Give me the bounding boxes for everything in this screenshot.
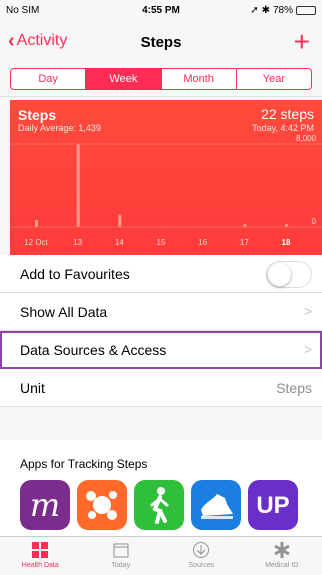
bluetooth-icon: ✱	[261, 5, 270, 16]
x-tick-label: 13	[73, 238, 82, 247]
chart-bar	[285, 224, 288, 227]
app-letter: m	[29, 486, 61, 524]
shoe-icon[interactable]	[191, 480, 241, 530]
app-letter: UP	[256, 492, 290, 519]
settings-list: Add to Favourites Show All Data > Data S…	[0, 255, 322, 407]
sources-label: Data Sources & Access	[20, 342, 167, 358]
x-tick-label: 15	[157, 238, 166, 247]
chart-title: Steps	[18, 107, 57, 123]
chart-daily-average: Daily Average: 1,439	[18, 123, 101, 133]
x-tick-label: 18	[282, 238, 291, 247]
x-tick-label: 12 Oct	[24, 238, 48, 247]
chart-bar	[76, 144, 80, 227]
unit-row[interactable]: Unit Steps	[0, 369, 322, 407]
tab-sources[interactable]: Sources	[161, 537, 242, 575]
apps-header: Apps for Tracking Steps	[20, 457, 148, 471]
favourites-toggle[interactable]	[266, 261, 312, 288]
show-all-data-row[interactable]: Show All Data >	[0, 293, 322, 331]
chart-bar	[35, 219, 38, 227]
tab-medical-id[interactable]: Medical ID	[242, 537, 322, 575]
apps-for-tracking-section: Apps for Tracking Steps m UP	[0, 440, 322, 536]
chart-bar	[243, 224, 247, 227]
show-all-label: Show All Data	[20, 304, 108, 320]
x-tick-label: 17	[240, 238, 249, 247]
tab-label: Today	[111, 562, 131, 569]
segment-month[interactable]: Month	[162, 69, 237, 89]
steps-chart[interactable]: 8,000 0 12 Oct 13 14 15 16 17 18 Steps Daily Ave…	[10, 100, 322, 255]
chevron-right-icon: >	[303, 341, 312, 357]
divider	[0, 96, 322, 97]
period-segmented-control: Day Week Month Year	[10, 68, 312, 90]
walking-person-icon[interactable]	[134, 480, 184, 530]
navigation-bar: ‹ Activity Steps +	[0, 20, 322, 64]
unit-value: Steps	[276, 380, 312, 396]
medical-star-icon	[242, 540, 322, 560]
segment-week[interactable]: Week	[86, 69, 162, 89]
y-tick-label: 0	[312, 217, 317, 226]
tab-bar: Health Data Today Sources Medical ID	[0, 536, 322, 575]
status-bar: No SIM 4:55 PM ➚ ✱ 78%	[0, 0, 322, 20]
battery-percent: 78%	[272, 5, 293, 16]
segment-year[interactable]: Year	[237, 69, 311, 89]
add-data-button[interactable]: +	[294, 26, 310, 58]
page-title: Steps	[140, 34, 182, 51]
tab-label: Health Data	[21, 562, 59, 569]
chart-timestamp: Today, 4:42 PM	[252, 123, 314, 133]
download-icon	[161, 540, 242, 560]
battery-icon	[296, 6, 316, 15]
unit-label: Unit	[20, 380, 45, 396]
chart-bar	[118, 214, 122, 227]
y-tick-label: 8,000	[296, 134, 317, 143]
tab-today[interactable]: Today	[81, 537, 162, 575]
status-right: ➚ ✱ 78%	[250, 5, 316, 16]
tab-label: Medical ID	[265, 562, 299, 569]
orange-hub-icon[interactable]	[77, 480, 127, 530]
app-icon-list: m UP	[20, 480, 298, 530]
x-tick-label: 16	[198, 238, 207, 247]
data-sources-access-row[interactable]: Data Sources & Access >	[0, 331, 322, 369]
location-icon: ➚	[250, 5, 259, 16]
up-icon[interactable]: UP	[248, 480, 298, 530]
chevron-right-icon: >	[303, 303, 312, 319]
add-to-favourites-row: Add to Favourites	[0, 255, 322, 293]
favourites-label: Add to Favourites	[20, 266, 130, 282]
toggle-knob	[268, 263, 291, 286]
tab-label: Sources	[188, 562, 215, 569]
x-tick-label: 14	[115, 238, 124, 247]
chart-total: 22 steps	[261, 106, 314, 122]
tab-health-data[interactable]: Health Data	[0, 537, 81, 575]
segment-day[interactable]: Day	[11, 69, 87, 89]
grid-icon	[0, 540, 81, 560]
calendar-icon	[81, 540, 162, 560]
moves-m-icon[interactable]: m	[20, 480, 70, 530]
